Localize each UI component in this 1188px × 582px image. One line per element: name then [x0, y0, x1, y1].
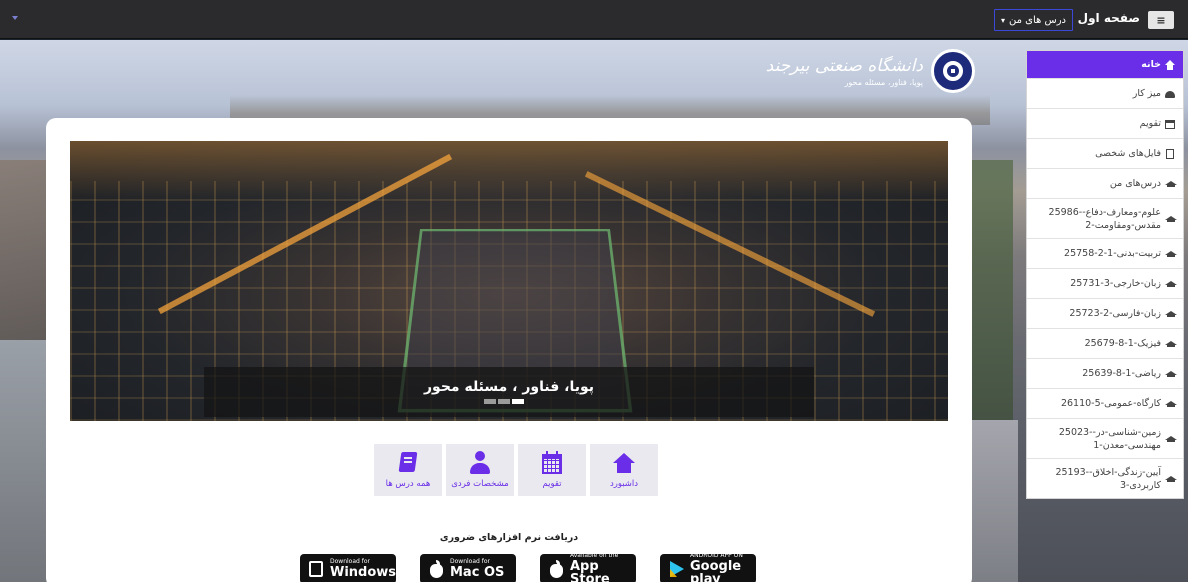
sidebar-item-course[interactable]: 25193-آیین-زندگی-اخلاق-کاربردی-3 [1027, 458, 1183, 498]
graduation-cap-icon [1165, 399, 1177, 409]
sidebar-item-course[interactable]: 25639-ریاضی-1-8 [1027, 358, 1183, 388]
quick-link-label: مشخصات فردی [451, 479, 509, 489]
sidebar-item-label: خانه [1141, 59, 1161, 70]
sidebar-item-label: 25193-آیین-زندگی-اخلاق-کاربردی-3 [1055, 466, 1161, 491]
sidebar-item-label: میز کار [1132, 88, 1161, 99]
quick-links: همه درس ها مشخصات فردی تقویم داشبورد [374, 444, 658, 496]
slider-indicators [484, 399, 524, 404]
user-icon [468, 451, 492, 475]
graduation-cap-icon [1165, 309, 1177, 319]
slider-dot[interactable] [498, 399, 510, 404]
sidebar-item-label: 25731-زبان-خارجی-3 [1070, 278, 1161, 289]
graduation-cap-icon [1165, 434, 1177, 444]
sidebar-item-course[interactable]: 25723-زبان-فارسی-2 [1027, 298, 1183, 328]
sidebar-item-course[interactable]: 25731-زبان-خارجی-3 [1027, 268, 1183, 298]
store-badges: Download for Windows Download for Mac OS… [300, 551, 756, 582]
google-play-icon [668, 560, 684, 578]
sidebar-item-label: فایل‌های شخصی [1095, 148, 1161, 159]
home-icon [1165, 59, 1175, 70]
quick-link-label: داشبورد [609, 479, 639, 489]
sidebar-item-my-courses[interactable]: درس‌های من [1027, 168, 1183, 198]
sidebar-item-course[interactable]: 26110-کارگاه-عمومی-5 [1027, 388, 1183, 418]
windows-icon [308, 560, 324, 578]
sidebar-item-label: 25723-زبان-فارسی-2 [1069, 308, 1161, 319]
sidebar-item-course[interactable]: 25986-علوم-ومعارف-دفاع-مقدس-ومقاومت-2 [1027, 198, 1183, 238]
slider-dot-active[interactable] [512, 399, 524, 404]
navigation-sidebar: خانه میز کار تقویم فایل‌های شخصی درس‌های… [1026, 50, 1184, 499]
chevron-down-icon: ▾ [1001, 15, 1006, 25]
hero-slider: پویا، فناور ، مسئله محور [70, 141, 948, 421]
sidebar-item-calendar[interactable]: تقویم [1027, 108, 1183, 138]
download-google-play-button[interactable]: ANDROID APP ON Google play [660, 551, 756, 582]
store-badge-title: Mac OS [450, 565, 505, 580]
download-macos-button[interactable]: Download for Mac OS [420, 554, 516, 582]
quick-link-label: همه درس ها [385, 479, 431, 489]
software-title: دریافت نرم افزارهای ضروری [439, 532, 579, 543]
sidebar-item-dashboard[interactable]: میز کار [1027, 78, 1183, 108]
university-logo[interactable]: دانشگاه صنعتی بیرجند پویا، فناور، مسئله … [766, 49, 975, 93]
quick-link-label: تقویم [542, 479, 562, 489]
sidebar-item-home[interactable]: خانه [1027, 51, 1183, 78]
graduation-cap-icon [1165, 339, 1177, 349]
quick-link-calendar[interactable]: تقویم [518, 444, 586, 496]
sidebar-item-course[interactable]: 25023-زمین-شناسی-در-مهندسی-معدن-1 [1027, 418, 1183, 458]
my-courses-dropdown[interactable]: ▾ درس های من [994, 9, 1073, 31]
university-emblem-icon [931, 49, 975, 93]
calendar-icon [540, 451, 564, 475]
store-badge-title: App Store [570, 558, 610, 582]
store-badge-title: Windows [330, 565, 397, 580]
graduation-cap-icon [1165, 474, 1177, 484]
my-courses-label: درس های من [1009, 14, 1066, 26]
file-icon [1165, 148, 1175, 159]
download-windows-button[interactable]: Download for Windows [300, 554, 396, 582]
slider-dot[interactable] [484, 399, 496, 404]
quick-link-profile[interactable]: مشخصات فردی [446, 444, 514, 496]
user-menu-caret-icon[interactable] [12, 16, 18, 20]
download-app-store-button[interactable]: Available on the App Store [540, 551, 636, 582]
book-icon [396, 451, 420, 475]
sidebar-item-course[interactable]: 25758-تربیت-بدنی-1-2 [1027, 238, 1183, 268]
logo-text: دانشگاه صنعتی بیرجند پویا، فناور، مسئله … [766, 56, 923, 87]
dashboard-icon [1165, 89, 1175, 99]
sidebar-item-label: درس‌های من [1109, 178, 1161, 189]
sidebar-item-label: تقویم [1139, 118, 1161, 129]
home-icon [612, 451, 636, 475]
university-name: دانشگاه صنعتی بیرجند [765, 55, 923, 76]
store-badge-small-text: Available on the [570, 551, 619, 559]
hero-caption: پویا، فناور ، مسئله محور [423, 379, 594, 395]
university-tagline: پویا، فناور، مسئله محور [844, 77, 923, 87]
graduation-cap-icon [1165, 369, 1177, 379]
store-badge-title: Google play [690, 558, 742, 582]
sidebar-item-label: 26110-کارگاه-عمومی-5 [1060, 398, 1161, 409]
sidebar-item-label: 25758-تربیت-بدنی-1-2 [1064, 248, 1161, 259]
home-link[interactable]: صفحه اول [1078, 11, 1140, 25]
sidebar-item-label: 25986-علوم-ومعارف-دفاع-مقدس-ومقاومت-2 [1048, 206, 1161, 231]
apple-icon [428, 560, 444, 578]
graduation-cap-icon [1165, 214, 1177, 224]
sidebar-item-private-files[interactable]: فایل‌های شخصی [1027, 138, 1183, 168]
graduation-cap-icon [1165, 249, 1177, 259]
top-navbar: ▾ درس های من صفحه اول ≡ [0, 0, 1188, 39]
sidebar-item-label: 25023-زمین-شناسی-در-مهندسی-معدن-1 [1058, 426, 1161, 451]
calendar-icon [1165, 119, 1175, 129]
quick-link-dashboard[interactable]: داشبورد [590, 444, 658, 496]
hamburger-menu-button[interactable]: ≡ [1148, 11, 1174, 29]
graduation-cap-icon [1165, 279, 1177, 289]
sidebar-item-label: 25679-فیزیک-1-8 [1084, 338, 1161, 349]
sidebar-item-course[interactable]: 25679-فیزیک-1-8 [1027, 328, 1183, 358]
apple-icon [548, 560, 564, 578]
quick-link-all-courses[interactable]: همه درس ها [374, 444, 442, 496]
store-badge-small-text: ANDROID APP ON [690, 551, 743, 559]
main-card: پویا، فناور ، مسئله محور همه درس ها مشخص… [46, 118, 972, 582]
sidebar-item-label: 25639-ریاضی-1-8 [1082, 368, 1161, 379]
graduation-cap-icon [1165, 179, 1177, 189]
